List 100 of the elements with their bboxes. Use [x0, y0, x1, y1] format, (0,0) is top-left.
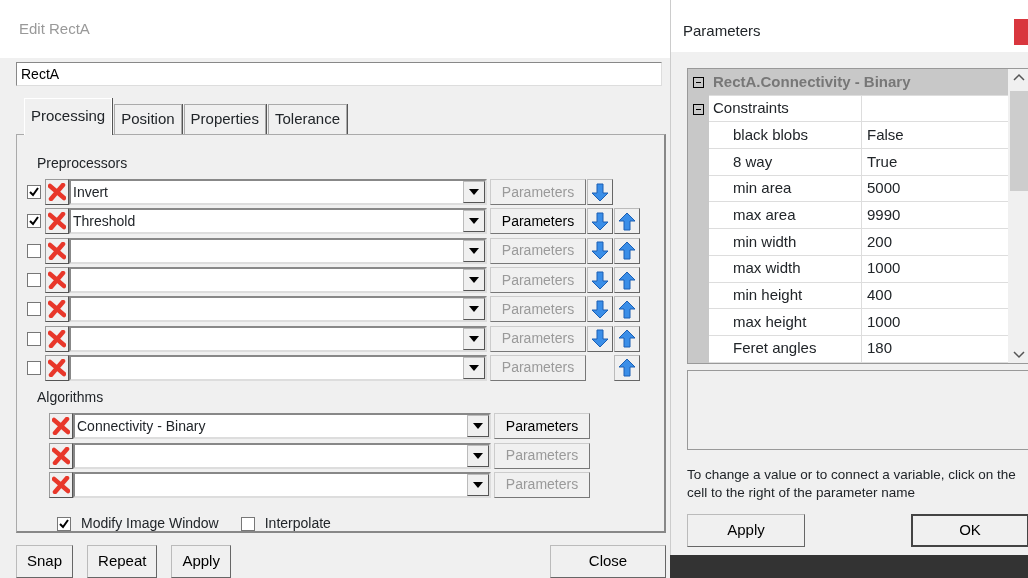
dropdown-field[interactable]	[73, 442, 491, 469]
dropdown-field[interactable]	[69, 354, 487, 381]
delete-button[interactable]	[45, 296, 69, 323]
property-value[interactable]: 1000	[862, 257, 1008, 280]
checkbox-label: Modify Image Window	[81, 514, 219, 534]
dropdown-field[interactable]	[69, 237, 487, 264]
dialog-button[interactable]: Apply	[171, 544, 231, 578]
arrow-down-icon	[591, 211, 609, 231]
arrow-down-icon	[591, 329, 609, 349]
dropdown-field[interactable]: Connectivity - Binary	[73, 413, 491, 440]
caret-icon	[469, 277, 479, 284]
caret-icon	[473, 452, 483, 459]
arrow-down-icon	[591, 182, 609, 202]
property-name: Feret angles	[709, 335, 862, 362]
checkbox[interactable]	[240, 516, 255, 531]
delete-icon	[48, 183, 66, 202]
help-text: To change a value or to connect a variable, click on the cell to the right of the parameter name	[687, 466, 1017, 502]
move-up-button[interactable]	[614, 325, 640, 352]
property-value[interactable]: 180	[862, 337, 1008, 360]
checkbox[interactable]	[57, 516, 71, 531]
delete-button[interactable]	[49, 471, 73, 498]
property-name: max height	[709, 309, 862, 335]
delete-icon	[48, 329, 66, 348]
delete-button[interactable]	[45, 208, 69, 235]
move-down-button[interactable]	[587, 267, 613, 294]
dialog-button[interactable]: Apply	[687, 514, 805, 547]
property-value[interactable]: 1000	[862, 310, 1008, 334]
caret-icon	[473, 423, 483, 430]
dialog-button[interactable]: Repeat	[87, 544, 158, 578]
move-up-button[interactable]	[614, 354, 640, 381]
property-value[interactable]: False	[862, 123, 1008, 147]
delete-button[interactable]	[45, 237, 69, 264]
property-value[interactable]: 5000	[862, 177, 1008, 200]
property-name: min height	[709, 282, 862, 309]
delete-icon	[48, 212, 66, 231]
arrow-down-icon	[591, 299, 609, 319]
dropdown-field[interactable]	[69, 325, 487, 352]
dropdown-field[interactable]	[69, 267, 487, 294]
arrow-up-icon	[618, 329, 636, 349]
section-label: Algorithms	[37, 387, 105, 407]
tab[interactable]: Processing	[24, 98, 113, 135]
property-value[interactable]: 9990	[862, 204, 1008, 227]
parameters-button[interactable]: Parameters	[494, 413, 590, 440]
property-value[interactable]: 400	[862, 284, 1008, 307]
checkbox[interactable]	[27, 302, 41, 317]
scroll-up-icon[interactable]	[1013, 73, 1025, 81]
tab[interactable]: Properties	[183, 104, 266, 134]
delete-button[interactable]	[45, 354, 69, 381]
collapse-icon[interactable]	[693, 76, 704, 88]
dropdown-field[interactable]: Threshold	[69, 208, 487, 235]
checkbox-label: Interpolate	[264, 514, 331, 534]
delete-button[interactable]	[45, 325, 69, 352]
property-name: black blobs	[709, 122, 862, 149]
move-down-button[interactable]	[587, 325, 613, 352]
dropdown-field[interactable]	[73, 471, 491, 498]
delete-button[interactable]	[45, 179, 69, 206]
tab[interactable]: Position	[114, 104, 182, 134]
arrow-down-icon	[591, 241, 609, 261]
section-label: Preprocessors	[37, 153, 129, 173]
property-value[interactable]: True	[862, 150, 1008, 174]
checkbox[interactable]	[27, 331, 41, 346]
dialog-button[interactable]: Snap	[16, 544, 74, 578]
name-field[interactable]: RectA	[16, 62, 662, 86]
dropdown-field[interactable]	[69, 296, 487, 323]
category-label: Constraints	[709, 95, 862, 122]
collapse-icon[interactable]	[693, 103, 704, 115]
move-down-button[interactable]	[587, 179, 613, 206]
move-up-button[interactable]	[614, 237, 640, 264]
property-value[interactable]: 200	[862, 230, 1008, 254]
caret-icon	[469, 364, 479, 371]
caret-icon	[469, 335, 479, 342]
move-down-button[interactable]	[587, 237, 613, 264]
checkbox[interactable]	[27, 185, 41, 200]
arrow-up-icon	[618, 270, 636, 290]
move-up-button[interactable]	[614, 267, 640, 294]
move-up-button[interactable]	[614, 208, 640, 235]
delete-icon	[48, 271, 66, 290]
checkbox[interactable]	[27, 243, 41, 258]
arrow-up-icon	[618, 358, 636, 378]
checkbox[interactable]	[27, 360, 41, 375]
property-name: 8 way	[709, 149, 862, 175]
checkbox[interactable]	[27, 214, 41, 229]
delete-icon	[52, 475, 70, 494]
close-button[interactable]: Close	[550, 544, 666, 578]
parameters-button[interactable]: Parameters	[490, 208, 586, 235]
move-down-button[interactable]	[587, 208, 613, 235]
move-down-button[interactable]	[587, 296, 613, 323]
property-name: max area	[709, 202, 862, 229]
dropdown-field[interactable]: Invert	[69, 179, 487, 206]
delete-button[interactable]	[45, 267, 69, 294]
scrollbar-thumb[interactable]	[1010, 91, 1028, 191]
tab[interactable]: Tolerance	[267, 104, 347, 134]
dialog-button[interactable]: OK	[911, 514, 1028, 547]
delete-button[interactable]	[49, 413, 73, 440]
delete-button[interactable]	[49, 442, 73, 469]
move-up-button[interactable]	[614, 296, 640, 323]
scroll-down-icon[interactable]	[1013, 351, 1025, 359]
window-title: Edit RectA	[18, 19, 91, 39]
arrow-down-icon	[591, 270, 609, 290]
checkbox[interactable]	[27, 273, 41, 288]
